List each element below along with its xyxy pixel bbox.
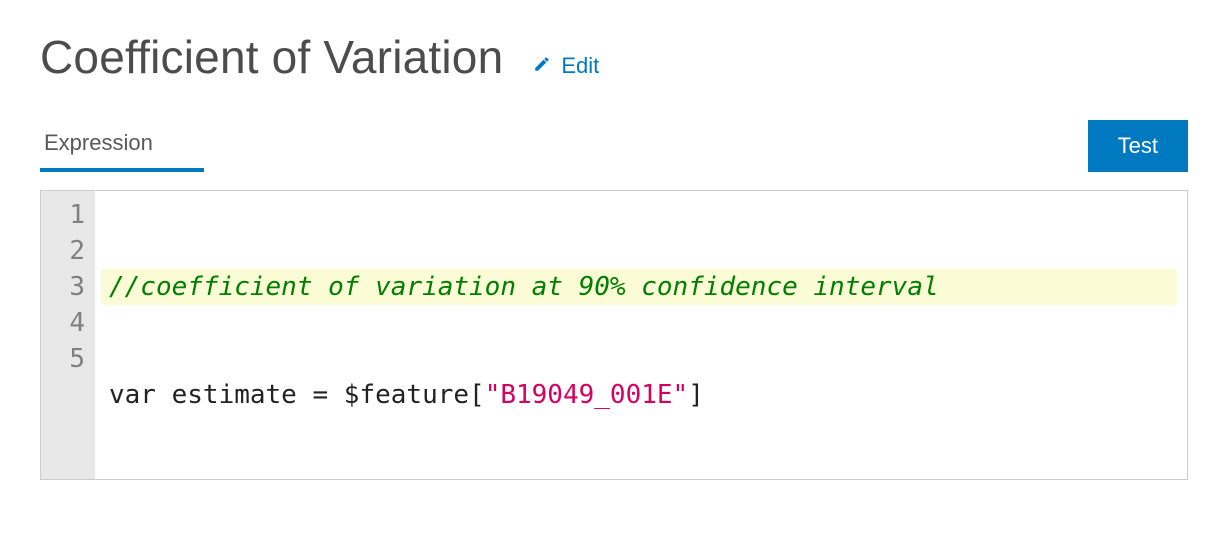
- code-editor[interactable]: 1 2 3 4 5 //coefficient of variation at …: [40, 190, 1188, 480]
- line-number: 2: [47, 233, 85, 269]
- token-comment: //coefficient of variation at 90% confid…: [109, 272, 939, 302]
- code-line[interactable]: //coefficient of variation at 90% confid…: [101, 269, 1177, 305]
- line-number-gutter: 1 2 3 4 5: [41, 191, 95, 479]
- page-title: Coefficient of Variation: [40, 30, 503, 84]
- tabs: Expression: [40, 120, 204, 172]
- line-number: 3: [47, 269, 85, 305]
- line-number: 1: [47, 197, 85, 233]
- test-button[interactable]: Test: [1088, 120, 1188, 172]
- edit-title-button[interactable]: Edit: [533, 53, 599, 79]
- token-code: ]: [688, 380, 704, 410]
- tab-expression[interactable]: Expression: [40, 120, 204, 172]
- line-number: 4: [47, 305, 85, 341]
- edit-label: Edit: [561, 53, 599, 79]
- token-code: var estimate = $feature[: [109, 380, 485, 410]
- line-number: 5: [47, 341, 85, 377]
- header: Coefficient of Variation Edit: [40, 30, 1188, 84]
- token-string: "B19049_001E": [485, 380, 689, 410]
- pencil-icon: [533, 53, 551, 79]
- code-area[interactable]: //coefficient of variation at 90% confid…: [95, 191, 1187, 479]
- toolbar: Expression Test: [40, 120, 1188, 172]
- code-line[interactable]: var estimate = $feature["B19049_001E"]: [105, 377, 1177, 413]
- expression-editor-page: Coefficient of Variation Edit Expression…: [0, 0, 1228, 542]
